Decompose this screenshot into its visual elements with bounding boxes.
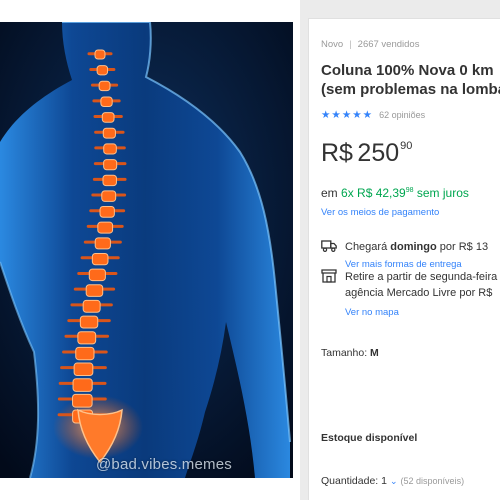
product-title: Coluna 100% Nova 0 km (sem problemas na …	[321, 61, 500, 99]
stock-label: Estoque disponível	[321, 432, 418, 444]
title-line-1: Coluna 100% Nova 0 km	[321, 62, 494, 79]
vertebra	[96, 65, 109, 76]
size-value: M	[370, 347, 379, 359]
vertebra	[88, 268, 106, 282]
delivery-suffix: por R$ 13	[436, 241, 489, 253]
rating-row[interactable]: ★★★★★ 62 opiniões	[321, 109, 425, 121]
quantity-value: 1	[381, 475, 387, 487]
condition-label: Novo	[321, 39, 344, 50]
installments-cents: 98	[405, 187, 414, 194]
vertebra	[73, 362, 94, 377]
vertebra	[101, 112, 115, 123]
vertebra	[72, 393, 93, 408]
vertebra	[98, 80, 111, 92]
vertebra	[97, 221, 114, 234]
delivery-text: Chegará domingo por R$ 13	[345, 239, 488, 255]
chevron-down-icon[interactable]: ⌄	[390, 476, 398, 486]
size-label: Tamanho:	[321, 347, 371, 359]
reviews-count[interactable]: 62 opiniões	[379, 110, 425, 120]
pickup-text: Retire a partir de segunda-feira agência…	[345, 269, 497, 301]
product-image[interactable]: @bad.vibes.memes	[0, 22, 293, 478]
installments-prefix: em	[321, 186, 342, 200]
vertebra	[103, 143, 117, 155]
pickup-line-2: agência Mercado Livre por R$	[345, 287, 493, 299]
truck-icon	[321, 240, 337, 252]
title-line-2: (sem problemas na lombar)	[321, 81, 500, 98]
vertebra	[100, 96, 113, 107]
listing-meta: Novo | 2667 vendidos	[321, 39, 419, 50]
vertebra	[102, 174, 117, 187]
product-info-panel: Novo | 2667 vendidos Coluna 100% Nova 0 km…	[308, 18, 500, 500]
installments-main: 6x R$ 42,39	[341, 186, 406, 200]
installments-amount: 6x R$ 42,3998 sem juros	[341, 186, 469, 200]
product-image-panel: @bad.vibes.memes	[0, 0, 300, 500]
available-count: (52 disponíveis)	[400, 476, 465, 486]
star-icon: ★★★★★	[321, 109, 374, 121]
map-link[interactable]: Ver no mapa	[345, 307, 399, 318]
sold-count: 2667 vendidos	[357, 39, 420, 50]
pickup-line-1: Retire a partir de segunda-feira	[345, 271, 498, 283]
vertebra	[91, 252, 109, 266]
vertebra	[94, 237, 111, 250]
pickup-row: Retire a partir de segunda-feira agência…	[321, 269, 500, 349]
price: R$ 25090	[321, 139, 412, 168]
spine-xray-illustration	[0, 22, 293, 478]
installments: em 6x R$ 42,3998 sem juros	[321, 186, 469, 200]
store-icon	[321, 269, 337, 283]
vertebra	[77, 331, 97, 345]
vertebra	[75, 346, 95, 361]
installments-suffix: sem juros	[413, 186, 469, 200]
vertebra	[79, 315, 99, 329]
price-currency: R$	[321, 139, 353, 167]
vertebra	[103, 159, 118, 171]
watermark-text: @bad.vibes.memes	[96, 456, 232, 473]
quantity-selector[interactable]: Quantidade: 1 ⌄ (52 disponíveis)	[321, 475, 464, 487]
vertebra	[101, 190, 117, 202]
delivery-day: domingo	[390, 241, 437, 253]
delivery-prefix: Chegará	[345, 241, 391, 253]
vertebra	[94, 49, 106, 60]
price-integer: 250	[357, 139, 400, 167]
vertebra	[85, 284, 104, 297]
meta-separator: |	[349, 39, 352, 50]
payment-methods-link[interactable]: Ver os meios de pagamento	[321, 207, 439, 218]
quantity-label: Quantidade:	[321, 475, 382, 487]
size-selector[interactable]: Tamanho: M	[321, 347, 379, 359]
vertebra	[82, 299, 101, 313]
vertebra	[102, 127, 116, 139]
price-cents: 90	[400, 140, 413, 152]
vertebra	[99, 206, 115, 218]
vertebra	[72, 378, 93, 392]
